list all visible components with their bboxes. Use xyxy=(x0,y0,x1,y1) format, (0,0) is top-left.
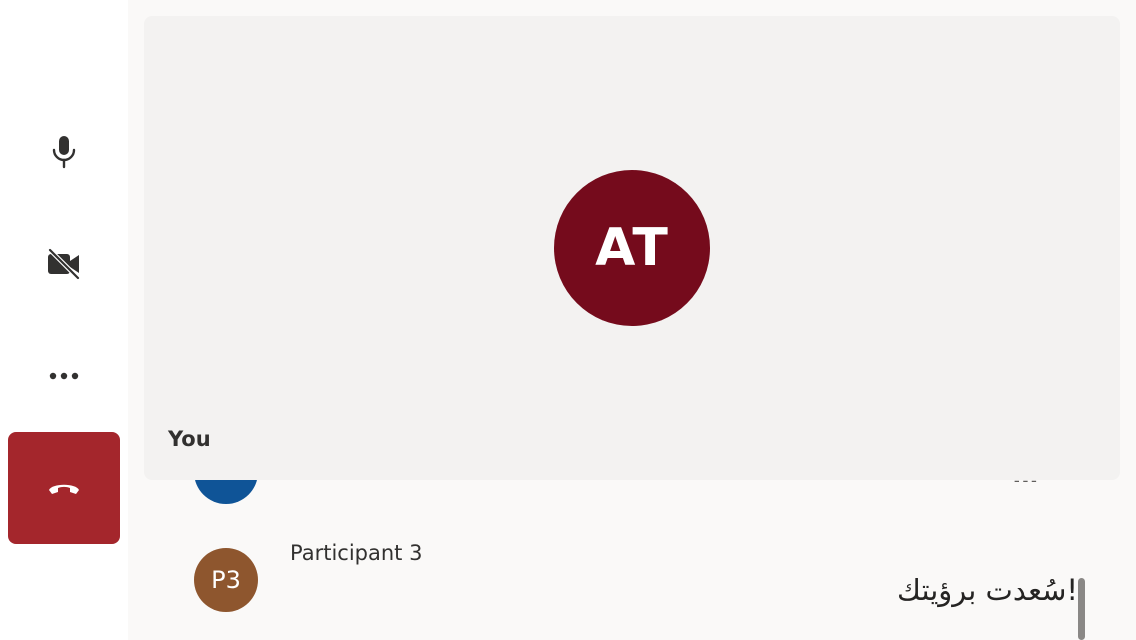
chat-message: P3 Participant 3 !سُعدت برؤيتك xyxy=(128,538,1136,640)
avatar: P3 xyxy=(194,548,258,612)
scrollbar-thumb[interactable] xyxy=(1078,578,1085,640)
microphone-icon xyxy=(48,134,80,170)
hang-up-button[interactable] xyxy=(8,432,120,544)
avatar: AT xyxy=(554,170,710,326)
more-options-icon xyxy=(49,371,79,381)
self-video-tile[interactable]: AT You xyxy=(144,16,1120,480)
camera-button[interactable] xyxy=(8,208,120,320)
call-controls-sidebar xyxy=(0,0,128,640)
hang-up-icon xyxy=(46,480,82,496)
sender-name: Participant 3 xyxy=(290,541,423,565)
microphone-button[interactable] xyxy=(8,96,120,208)
call-main-area: ـ ـ ـ P3 Participant 3 !سُعدت برؤيتك AT … xyxy=(128,0,1136,640)
more-options-button[interactable] xyxy=(8,320,120,432)
video-off-icon xyxy=(46,247,82,281)
chat-message-text: !سُعدت برؤيتك xyxy=(897,573,1078,607)
participant-name-label: You xyxy=(168,427,211,451)
